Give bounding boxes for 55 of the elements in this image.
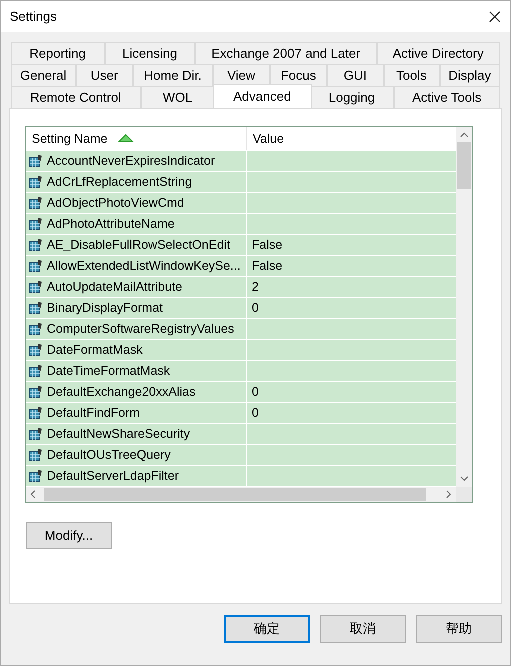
scrollbar-thumb[interactable] [457, 142, 471, 189]
grid-icon [29, 259, 44, 273]
table-cell-text: False [251, 258, 284, 275]
grid-icon [29, 448, 44, 462]
tab[interactable]: Focus [270, 64, 328, 86]
grid-icon [29, 364, 44, 378]
scrollbar-thumb[interactable] [44, 488, 426, 501]
window-title: Settings [10, 9, 57, 24]
tab[interactable]: Logging [310, 86, 394, 108]
scroll-left-icon[interactable] [30, 490, 36, 499]
grid-icon [29, 154, 44, 168]
dialog-button[interactable]: 帮助 [416, 615, 502, 643]
dialog-button[interactable]: 取消 [320, 615, 406, 643]
tab[interactable]: GUI [327, 64, 384, 86]
grid-icon [29, 322, 44, 336]
grid-icon [29, 175, 44, 189]
modify-button[interactable]: Modify... [26, 522, 112, 549]
scroll-down-icon[interactable] [460, 476, 468, 482]
scroll-right-icon[interactable] [446, 490, 452, 499]
scrollbar-corner [456, 487, 472, 502]
table-cell: DefaultServerLdapFilter [26, 466, 247, 486]
grid-icon [29, 217, 44, 231]
grid-icon [29, 196, 44, 210]
tab[interactable]: Active Directory [376, 42, 500, 64]
tab[interactable]: Display [440, 64, 500, 86]
tab[interactable]: Home Dir. [133, 64, 213, 86]
tab[interactable]: User [76, 64, 134, 86]
grid-icon [29, 301, 44, 315]
tab[interactable]: Active Tools [394, 86, 500, 108]
scroll-up-icon[interactable] [460, 132, 468, 138]
grid-icon [29, 280, 44, 294]
grid-icon [29, 343, 44, 357]
column-header[interactable]: Value [247, 127, 456, 150]
tab[interactable]: Remote Control [11, 86, 141, 108]
horizontal-scrollbar[interactable] [26, 487, 456, 502]
dialog-button[interactable]: 确定 [224, 615, 310, 643]
vertical-scrollbar[interactable] [456, 127, 472, 487]
table-cell-text: 0 [251, 405, 260, 422]
tab[interactable]: General [11, 64, 76, 86]
table-cell-text: 2 [251, 279, 260, 296]
grid-icon [29, 469, 44, 483]
tab[interactable]: Licensing [104, 42, 196, 64]
table-cell-text: False [251, 237, 284, 254]
grid-icon [29, 427, 44, 441]
tab[interactable]: Advanced [212, 84, 312, 108]
table-cell-text: 0 [251, 300, 260, 317]
tab[interactable]: Exchange 2007 and Later [195, 42, 377, 64]
table-cell-text: 0 [251, 384, 260, 401]
grid-icon [29, 406, 44, 420]
tab[interactable]: Tools [384, 64, 440, 86]
tab[interactable]: WOL [140, 86, 215, 108]
grid-icon [29, 238, 44, 252]
grid-icon [29, 385, 44, 399]
tab[interactable]: Reporting [11, 42, 105, 64]
close-icon[interactable] [489, 10, 501, 22]
